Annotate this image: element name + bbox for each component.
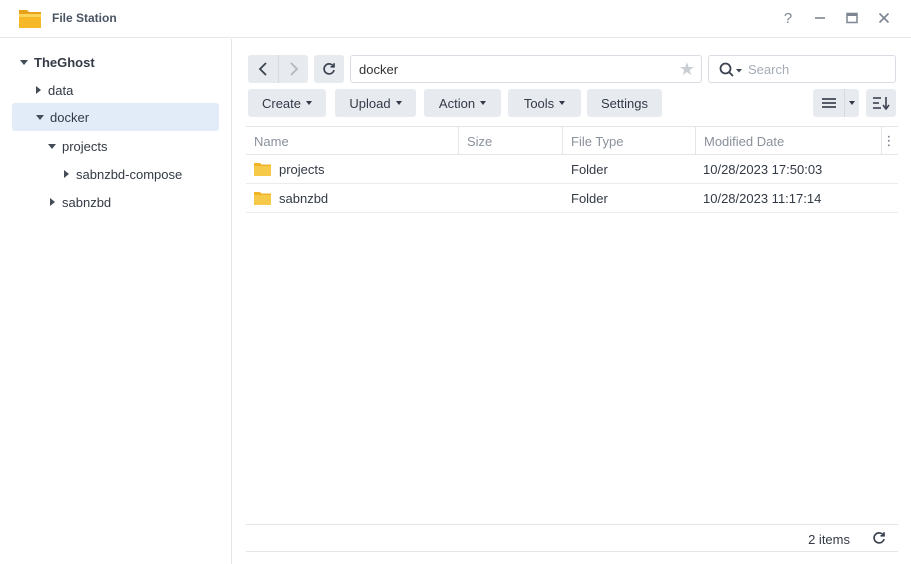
name-cell: sabnzbd — [254, 184, 328, 212]
file-name: projects — [279, 161, 325, 177]
close-button[interactable] — [875, 9, 893, 27]
upload-label: Upload — [349, 95, 391, 111]
path-field[interactable]: ★ — [350, 55, 702, 83]
tools-label: Tools — [523, 95, 555, 111]
tree-label: sabnzbd — [62, 194, 112, 210]
chevron-down-icon — [559, 101, 566, 105]
chevron-right-icon — [289, 62, 298, 76]
tree-item-projects[interactable]: projects — [46, 132, 219, 160]
close-icon — [878, 12, 890, 24]
history-nav — [248, 55, 308, 83]
tree-item-docker[interactable]: docker — [12, 103, 219, 131]
star-icon[interactable]: ★ — [679, 60, 695, 78]
tree-item-data[interactable]: data — [32, 76, 239, 104]
name-cell: projects — [254, 155, 325, 183]
refresh-icon — [323, 63, 335, 75]
collapse-arrow-icon[interactable] — [46, 196, 58, 208]
minimize-button[interactable] — [811, 9, 829, 27]
chevron-down-icon — [849, 101, 855, 105]
column-header-size[interactable]: Size — [459, 127, 563, 155]
title-bar: File Station ? — [0, 0, 911, 38]
file-type-cell: Folder — [571, 190, 608, 206]
tools-button[interactable]: Tools — [508, 89, 581, 117]
column-menu-icon[interactable]: ⋮ — [880, 127, 898, 155]
upload-button[interactable]: Upload — [335, 89, 416, 117]
back-button[interactable] — [248, 55, 278, 83]
search-field[interactable] — [708, 55, 896, 83]
item-count: 2 items — [808, 532, 850, 547]
table-row[interactable]: sabnzbd Folder 10/28/2023 11:17:14 — [246, 184, 898, 213]
collapse-arrow-icon[interactable] — [32, 84, 44, 96]
sort-button[interactable] — [866, 89, 896, 117]
status-bar: 2 items — [246, 524, 898, 552]
view-mode-group — [813, 89, 859, 117]
path-input[interactable] — [359, 61, 669, 78]
column-header-file-type[interactable]: File Type — [563, 127, 696, 155]
tree-label: docker — [50, 109, 90, 125]
file-list-header: Name Size File Type Modified Date ⋮ — [246, 127, 898, 155]
file-station-icon — [19, 10, 41, 28]
tree-label: TheGhost — [34, 54, 95, 70]
settings-button[interactable]: Settings — [587, 89, 662, 117]
chevron-down-icon — [480, 101, 487, 105]
tree-item-root[interactable]: TheGhost — [18, 48, 225, 76]
file-name: sabnzbd — [279, 190, 329, 206]
table-row[interactable]: projects Folder 10/28/2023 17:50:03 — [246, 155, 898, 184]
tree-item-sabnzbd-compose[interactable]: sabnzbd-compose — [60, 160, 219, 188]
file-type-cell: Folder — [571, 161, 608, 177]
column-header-modified-date[interactable]: Modified Date — [696, 127, 882, 155]
sort-icon — [873, 97, 890, 110]
view-dropdown-button[interactable] — [845, 89, 859, 117]
create-label: Create — [261, 95, 302, 111]
tree-label: data — [48, 82, 74, 98]
collapse-arrow-icon[interactable] — [60, 168, 72, 180]
column-header-name[interactable]: Name — [246, 127, 459, 155]
chevron-down-icon — [395, 101, 402, 105]
maximize-button[interactable] — [843, 9, 861, 27]
create-button[interactable]: Create — [248, 89, 326, 117]
modified-date-cell: 10/28/2023 17:50:03 — [703, 161, 823, 177]
tree-label: projects — [62, 138, 108, 154]
refresh-icon[interactable] — [872, 531, 886, 545]
list-view-icon — [821, 98, 836, 108]
expand-arrow-icon[interactable] — [18, 56, 30, 68]
chevron-left-icon — [258, 62, 267, 76]
modified-date-cell: 10/28/2023 11:17:14 — [703, 190, 822, 206]
tree-item-sabnzbd[interactable]: sabnzbd — [46, 188, 219, 216]
refresh-button[interactable] — [314, 55, 344, 83]
forward-button[interactable] — [278, 55, 308, 83]
chevron-down-icon — [306, 101, 313, 105]
file-list: Name Size File Type Modified Date ⋮ proj… — [246, 126, 898, 552]
search-input[interactable] — [748, 61, 888, 78]
app-title: File Station — [52, 11, 117, 25]
action-label: Action — [438, 95, 476, 111]
folder-icon — [254, 163, 271, 176]
search-icon[interactable] — [719, 62, 743, 78]
expand-arrow-icon[interactable] — [46, 140, 58, 152]
tree-label: sabnzbd-compose — [76, 166, 183, 182]
list-view-button[interactable] — [813, 89, 845, 117]
expand-arrow-icon[interactable] — [34, 111, 46, 123]
settings-label: Settings — [601, 95, 648, 111]
maximize-icon — [846, 12, 858, 24]
action-button[interactable]: Action — [424, 89, 501, 117]
folder-icon — [254, 192, 271, 205]
folder-tree: TheGhost data docker projects sabnzbd-co… — [0, 39, 232, 564]
help-icon[interactable]: ? — [779, 9, 797, 27]
minimize-icon — [815, 17, 825, 19]
